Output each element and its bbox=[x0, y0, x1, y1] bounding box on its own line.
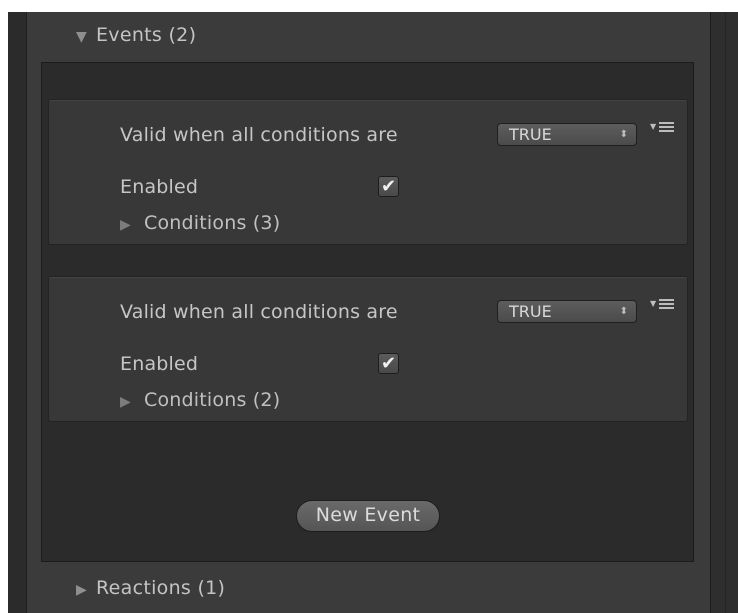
enabled-checkbox[interactable]: ✔ bbox=[378, 353, 399, 374]
valid-condition-dropdown[interactable]: TRUE ⬍ bbox=[497, 300, 637, 323]
enabled-label: Enabled bbox=[120, 176, 199, 198]
vertical-scrollbar[interactable] bbox=[710, 12, 738, 613]
reactions-foldout-label: Reactions (1) bbox=[96, 577, 226, 599]
inspector-panel: ▼ Events (2) Valid when all conditions ar… bbox=[0, 0, 738, 613]
events-foldout[interactable]: ▼ Events (2) bbox=[76, 24, 196, 46]
conditions-label: Conditions (3) bbox=[144, 212, 281, 234]
dropdown-value: TRUE bbox=[509, 125, 552, 144]
triangle-down-icon: ▼ bbox=[76, 29, 88, 45]
enabled-checkbox[interactable]: ✔ bbox=[378, 176, 399, 197]
valid-when-label: Valid when all conditions are bbox=[120, 124, 398, 146]
conditions-foldout[interactable]: ▶ Conditions (3) bbox=[120, 212, 280, 234]
events-foldout-label: Events (2) bbox=[96, 24, 197, 46]
context-menu-icon[interactable]: ▼ bbox=[650, 297, 678, 311]
left-gutter bbox=[8, 12, 27, 613]
context-menu-icon[interactable]: ▼ bbox=[650, 120, 678, 134]
checkmark-icon: ✔ bbox=[380, 353, 397, 374]
enabled-label: Enabled bbox=[120, 353, 199, 375]
valid-when-label: Valid when all conditions are bbox=[120, 301, 398, 323]
valid-condition-dropdown[interactable]: TRUE ⬍ bbox=[497, 123, 637, 146]
dropdown-value: TRUE bbox=[509, 302, 552, 321]
event-item: Valid when all conditions are TRUE ⬍ ▼ E… bbox=[48, 276, 688, 422]
conditions-label: Conditions (2) bbox=[144, 389, 281, 411]
event-item: Valid when all conditions are TRUE ⬍ ▼ E… bbox=[48, 99, 688, 245]
reactions-foldout[interactable]: ▶ Reactions (1) bbox=[76, 577, 225, 599]
triangle-right-icon: ▶ bbox=[120, 394, 131, 410]
new-event-button[interactable]: New Event bbox=[296, 500, 440, 532]
checkmark-icon: ✔ bbox=[380, 176, 397, 197]
dropdown-arrows-icon: ⬍ bbox=[619, 306, 628, 317]
dropdown-arrows-icon: ⬍ bbox=[619, 129, 628, 140]
triangle-right-icon: ▶ bbox=[76, 582, 88, 598]
triangle-right-icon: ▶ bbox=[120, 217, 131, 233]
conditions-foldout[interactable]: ▶ Conditions (2) bbox=[120, 389, 280, 411]
